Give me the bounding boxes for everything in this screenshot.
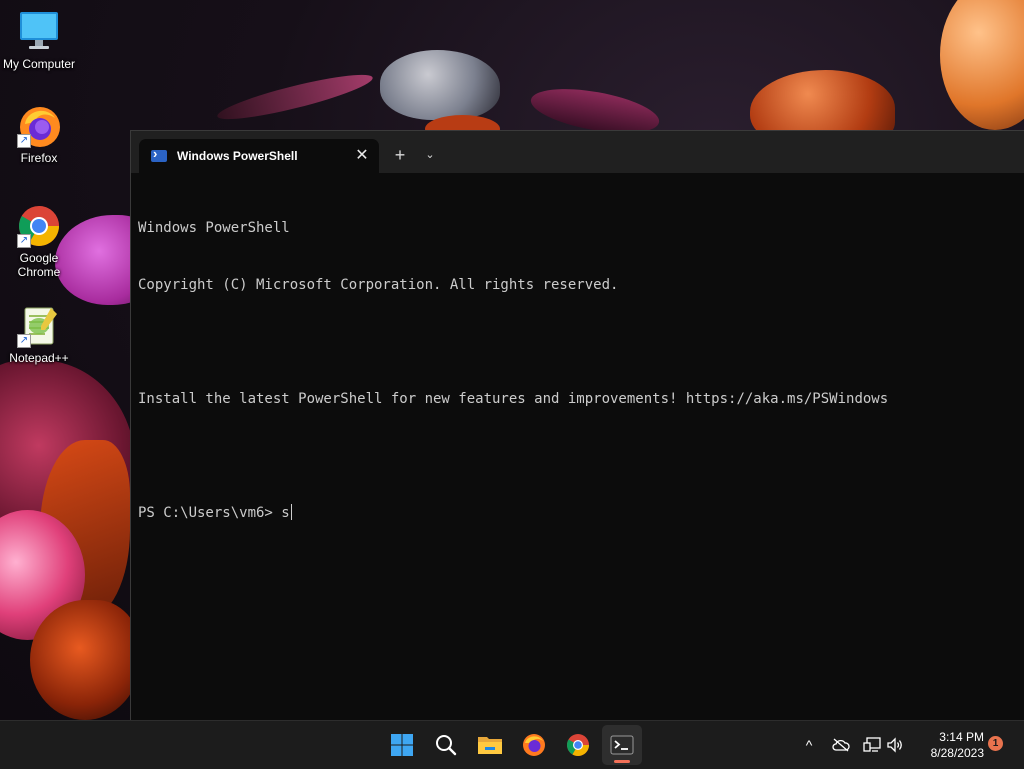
chrome-icon: ↗: [17, 204, 61, 248]
powershell-icon: [151, 146, 167, 162]
clock-date: 8/28/2023: [930, 746, 984, 760]
powershell-window[interactable]: Windows PowerShell ✕ + ⌄ Windows PowerSh…: [130, 130, 1024, 721]
tab-title: Windows PowerShell: [177, 149, 298, 163]
close-tab-button[interactable]: ✕: [349, 143, 375, 169]
taskbar: ^ 3:14 PM 8/28/2023: [0, 720, 1024, 769]
console-output[interactable]: Windows PowerShell Copyright (C) Microso…: [131, 173, 1024, 569]
volume-tray-button[interactable]: [884, 721, 906, 769]
chevron-down-icon[interactable]: ⌄: [419, 143, 441, 167]
windows-logo-icon: [391, 734, 413, 756]
wallpaper-shape: [940, 0, 1024, 130]
text-cursor: [290, 504, 292, 520]
firefox-icon: ↗: [17, 104, 61, 148]
desktop-icon-google-chrome[interactable]: ↗ Google Chrome: [1, 204, 77, 279]
tab-windows-powershell[interactable]: Windows PowerShell ✕: [139, 139, 379, 173]
search-icon: [436, 735, 457, 756]
console-line: Install the latest PowerShell for new fe…: [138, 391, 889, 407]
onedrive-tray-button[interactable]: [830, 721, 852, 769]
clock-time: 3:14 PM: [939, 730, 984, 744]
search-button[interactable]: [426, 725, 466, 765]
desktop-icon-notepadpp[interactable]: ↗ Notepad++: [1, 304, 77, 365]
desktop-icon-label: Notepad++: [9, 351, 69, 365]
new-tab-button[interactable]: +: [387, 143, 413, 167]
console-line: Copyright (C) Microsoft Corporation. All…: [138, 277, 619, 293]
wallpaper-shape: [30, 600, 140, 720]
console-prompt: PS C:\Users\vm6> s: [138, 505, 290, 521]
desktop-icon-label: Google Chrome: [17, 251, 61, 279]
network-tray-button[interactable]: [860, 721, 884, 769]
network-icon: [863, 737, 881, 752]
start-button[interactable]: [382, 725, 422, 765]
firefox-icon: [523, 734, 545, 756]
desktop-icon-label: Firefox: [20, 151, 58, 165]
terminal-taskbar-button[interactable]: [602, 725, 642, 765]
taskbar-clock[interactable]: 3:14 PM 8/28/2023: [912, 729, 984, 761]
file-explorer-button[interactable]: [470, 725, 510, 765]
chrome-taskbar-button[interactable]: [558, 725, 598, 765]
desktop-icon-label: My Computer: [2, 57, 76, 71]
show-hidden-icons-button[interactable]: ^: [798, 721, 820, 769]
notification-badge[interactable]: 1: [988, 736, 1003, 751]
console-line: Windows PowerShell: [138, 220, 290, 236]
desktop-icon-firefox[interactable]: ↗ Firefox: [1, 104, 77, 165]
terminal-icon: [610, 735, 634, 755]
shortcut-arrow-icon: ↗: [17, 334, 31, 348]
console-prompt-line[interactable]: PS C:\Users\vm6> s: [138, 504, 1018, 523]
cloud-offline-icon: [832, 738, 850, 752]
shortcut-arrow-icon: ↗: [17, 234, 31, 248]
wallpaper-shape: [214, 66, 376, 128]
desktop-icon-my-computer[interactable]: My Computer: [1, 10, 77, 71]
folder-icon: [478, 737, 502, 754]
firefox-taskbar-button[interactable]: [514, 725, 554, 765]
chrome-icon: [567, 734, 589, 756]
window-titlebar[interactable]: Windows PowerShell ✕ + ⌄: [131, 131, 1024, 173]
chevron-up-icon: ^: [805, 737, 813, 753]
notepadpp-icon: ↗: [17, 304, 61, 348]
shortcut-arrow-icon: ↗: [17, 134, 31, 148]
speaker-icon: [887, 737, 902, 753]
running-indicator: [614, 760, 630, 763]
monitor-icon: [17, 10, 61, 54]
wallpaper-shape: [380, 50, 500, 120]
